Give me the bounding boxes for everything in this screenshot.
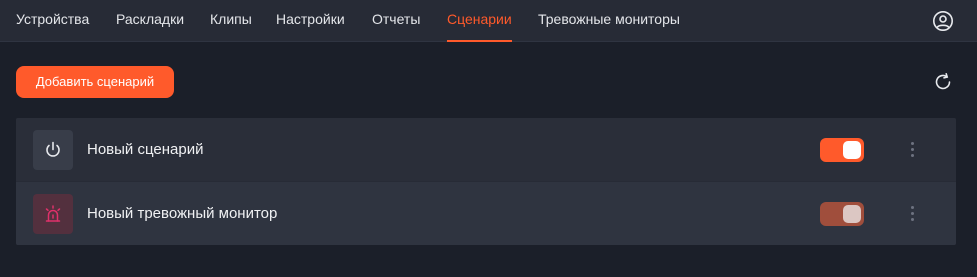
- scenario-name: Новый тревожный монитор: [87, 205, 278, 222]
- tab-layouts[interactable]: Раскладки: [116, 0, 184, 42]
- refresh-icon[interactable]: [932, 71, 954, 93]
- tab-clips[interactable]: Клипы: [210, 0, 252, 42]
- top-navigation: Устройства Раскладки Клипы Настройки Отч…: [0, 0, 977, 42]
- more-options-icon[interactable]: [906, 140, 920, 160]
- more-options-icon[interactable]: [906, 204, 920, 224]
- add-scenario-button[interactable]: Добавить сценарий: [16, 66, 174, 98]
- user-circle-icon[interactable]: [932, 10, 954, 32]
- scenario-toggle[interactable]: [820, 202, 864, 226]
- tab-alarm-monitors[interactable]: Тревожные мониторы: [538, 0, 680, 42]
- alarm-siren-icon: [33, 194, 73, 234]
- tab-reports[interactable]: Отчеты: [372, 0, 420, 42]
- tab-scenarios[interactable]: Сценарии: [447, 0, 512, 42]
- toggle-knob: [843, 141, 861, 159]
- tab-settings[interactable]: Настройки: [276, 0, 345, 42]
- toggle-knob: [843, 205, 861, 223]
- scenario-row[interactable]: Новый сценарий: [16, 118, 956, 181]
- scenario-list: Новый сценарий Новый тревожный монитор: [16, 118, 956, 245]
- scenario-row[interactable]: Новый тревожный монитор: [16, 182, 956, 245]
- scenario-name: Новый сценарий: [87, 141, 204, 158]
- power-icon: [33, 130, 73, 170]
- tab-devices[interactable]: Устройства: [16, 0, 89, 42]
- scenario-toggle[interactable]: [820, 138, 864, 162]
